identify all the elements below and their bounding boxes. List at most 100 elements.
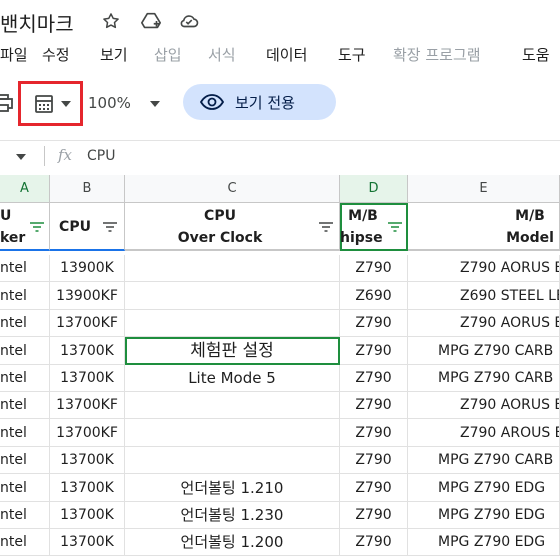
menu-format[interactable]: 서식 — [208, 44, 236, 65]
filter-icon[interactable] — [103, 222, 117, 232]
header-chipset-line1: M/B — [348, 208, 378, 224]
formula-input[interactable]: CPU — [87, 148, 115, 164]
cell-chipset[interactable]: Z790 — [340, 447, 408, 474]
filter-icon[interactable] — [30, 222, 44, 232]
cell-model[interactable]: Z790 AORUS E — [408, 310, 560, 337]
cell-maker[interactable]: ntel — [0, 282, 50, 310]
cell-cpu[interactable]: 13700K — [50, 447, 125, 474]
cell-cpu[interactable]: 13700K — [50, 365, 125, 392]
cell-chipset[interactable]: Z690 — [340, 282, 408, 310]
column-header-d[interactable]: D — [340, 175, 408, 203]
cloud-status-icon[interactable] — [178, 10, 200, 32]
menu-tools[interactable]: 도구 — [338, 44, 366, 65]
cell-overclock[interactable] — [125, 392, 340, 419]
cell-cpu[interactable]: 13900KF — [50, 282, 125, 310]
dropdown-arrow-icon[interactable] — [59, 97, 73, 111]
header-overclock-line1: CPU — [204, 208, 236, 224]
cell-model[interactable]: MPG Z790 EDG — [408, 529, 560, 556]
cell-maker[interactable]: ntel — [0, 392, 50, 419]
column-header-a[interactable]: A — [0, 175, 50, 203]
cell-cpu[interactable]: 13700KF — [50, 419, 125, 447]
cell-model[interactable]: MPG Z790 EDG — [408, 502, 560, 529]
column-header-e[interactable]: E — [408, 175, 560, 203]
cell-chipset[interactable]: Z790 — [340, 365, 408, 392]
menu-data[interactable]: 데이터 — [266, 44, 307, 65]
cell-model[interactable]: Z790 AORUS E — [408, 392, 560, 419]
cell-overclock[interactable] — [125, 255, 340, 282]
cell-cpu[interactable]: 13700KF — [50, 392, 125, 419]
filter-icon[interactable] — [388, 222, 402, 232]
header-model-line2: Model — [506, 230, 554, 246]
header-cell-model[interactable]: M/B Model — [408, 203, 560, 251]
cell-model[interactable]: Z790 AROUS E — [408, 419, 560, 447]
cell-cpu[interactable]: 13700KF — [50, 310, 125, 337]
menu-insert[interactable]: 삽입 — [154, 44, 182, 65]
cell-cpu[interactable]: 13700K — [50, 474, 125, 502]
menu-edit[interactable]: 수정 — [42, 44, 70, 65]
cell-chipset[interactable]: Z790 — [340, 502, 408, 529]
formula-bar — [0, 140, 560, 172]
cell-overclock[interactable] — [125, 282, 340, 310]
title-bar: 밴치마크 — [0, 0, 560, 40]
cell-maker[interactable]: ntel — [0, 365, 50, 392]
cell-cpu[interactable]: 13900K — [50, 255, 125, 282]
cell-chipset[interactable]: Z790 — [340, 392, 408, 419]
cell-model[interactable]: MPG Z790 EDG — [408, 474, 560, 502]
cell-chipset[interactable]: Z790 — [340, 337, 408, 365]
menu-file[interactable]: 파일 — [0, 44, 28, 65]
header-cell-overclock[interactable]: CPU Over Clock — [125, 203, 340, 251]
menu-extensions[interactable]: 확장 프로그램 — [393, 44, 481, 65]
cell-maker[interactable]: ntel — [0, 310, 50, 337]
header-cell-maker[interactable]: U ker — [0, 203, 50, 251]
formula-divider — [44, 146, 45, 166]
cell-maker[interactable]: ntel — [0, 529, 50, 556]
cell-model[interactable]: MPG Z790 CARB — [408, 337, 560, 365]
cell-overclock[interactable]: 언더볼팅 1.200 — [125, 529, 340, 556]
header-cell-chipset[interactable]: M/B hipse — [340, 203, 408, 251]
cell-maker[interactable]: ntel — [0, 474, 50, 502]
cell-maker[interactable]: ntel — [0, 502, 50, 529]
filter-icon[interactable] — [319, 222, 333, 232]
zoom-dropdown-icon[interactable] — [148, 97, 162, 111]
cell-overclock[interactable] — [125, 419, 340, 447]
cell-overclock[interactable] — [125, 310, 340, 337]
cell-cpu[interactable]: 13700K — [50, 337, 125, 365]
cell-overclock[interactable]: 언더볼팅 1.230 — [125, 502, 340, 529]
cell-maker[interactable]: ntel — [0, 447, 50, 474]
zoom-level[interactable]: 100% — [88, 94, 131, 112]
cell-model[interactable]: MPG Z790 CARB — [408, 447, 560, 474]
cell-cpu[interactable]: 13700K — [50, 502, 125, 529]
cell-model[interactable]: Z690 STEEL LE — [408, 282, 560, 310]
cell-chipset[interactable]: Z790 — [340, 255, 408, 282]
cell-overclock[interactable]: 언더볼팅 1.210 — [125, 474, 340, 502]
fx-label: fx — [58, 146, 73, 164]
cell-maker[interactable]: ntel — [0, 419, 50, 447]
header-chipset-line2: hipse — [340, 230, 383, 246]
cell-overclock[interactable]: 체험판 설정 — [125, 337, 340, 365]
menu-help[interactable]: 도움 — [522, 44, 550, 65]
cell-chipset[interactable]: Z790 — [340, 474, 408, 502]
column-header-c[interactable]: C — [125, 175, 340, 203]
print-icon[interactable] — [0, 92, 16, 114]
header-model-line1: M/B — [515, 208, 545, 224]
header-cell-cpu[interactable]: CPU — [50, 203, 125, 251]
document-title[interactable]: 밴치마크 — [0, 8, 74, 37]
calculator-icon[interactable] — [33, 93, 55, 115]
cell-cpu[interactable]: 13700K — [50, 529, 125, 556]
cell-model[interactable]: Z790 AORUS E — [408, 255, 560, 282]
header-cpu-label: CPU — [59, 219, 91, 235]
cell-chipset[interactable]: Z790 — [340, 529, 408, 556]
cell-model[interactable]: MPG Z790 CARB — [408, 365, 560, 392]
cell-chipset[interactable]: Z790 — [340, 419, 408, 447]
cell-overclock[interactable] — [125, 447, 340, 474]
cell-overclock[interactable]: Lite Mode 5 — [125, 365, 340, 392]
name-box-dropdown-icon[interactable] — [14, 150, 28, 164]
cell-maker[interactable]: ntel — [0, 255, 50, 282]
cell-chipset[interactable]: Z790 — [340, 310, 408, 337]
column-header-b[interactable]: B — [50, 175, 125, 203]
view-only-button[interactable]: 보기 전용 — [183, 84, 336, 120]
star-icon[interactable] — [100, 10, 122, 32]
add-to-drive-icon[interactable] — [140, 10, 162, 32]
menu-view[interactable]: 보기 — [100, 44, 128, 65]
cell-maker[interactable]: ntel — [0, 337, 50, 365]
